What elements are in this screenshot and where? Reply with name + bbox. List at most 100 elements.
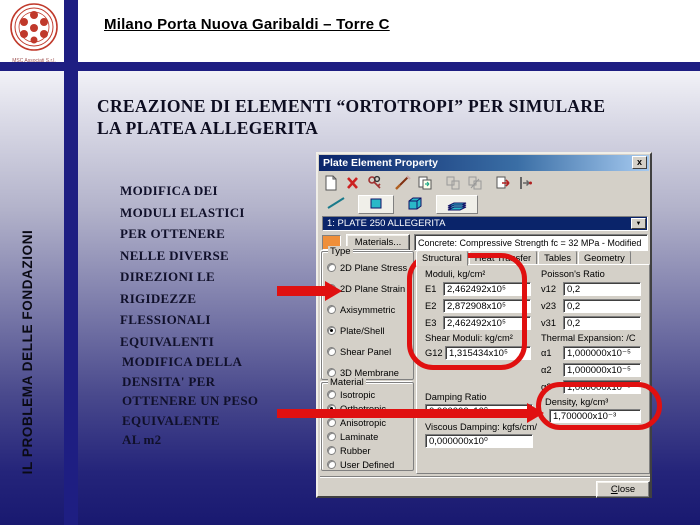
radio-icon[interactable] [327,460,336,469]
thermal-expansion-label: Thermal Expansion: /C [541,333,636,343]
note1-line: MODIFICA DEI [120,180,245,202]
tab-structural[interactable]: Structural [416,250,468,266]
v31-input[interactable]: 0,2 [563,316,641,330]
radio-rubber[interactable]: Rubber [327,446,371,458]
tab-strip: StructuralHeat TransferTablesGeometry [416,250,632,265]
radio-2d-plane-stress[interactable]: 2D Plane Stress [327,263,407,275]
dialog-titlebar[interactable]: Plate Element Property [319,155,649,171]
red-circle-moduli [407,253,527,370]
property-select[interactable]: 1: PLATE 250 ALLEGERITA ▼ [322,216,648,231]
slide-title-line2: LA PLATEA ALLEGERITA [97,117,677,139]
plate-element-button[interactable] [358,195,394,214]
radio-label: Plate/Shell [340,326,384,336]
radio-plate-shell[interactable]: Plate/Shell [327,326,384,338]
radio-icon-selected[interactable] [327,326,336,335]
type-groupbox: Type 2D Plane Stress 2D Plane Strain Axi… [321,251,414,380]
line-element-button[interactable] [322,195,352,214]
viscous-damping-input[interactable]: 0,000000x10⁰ [425,434,533,448]
radio-icon[interactable] [327,263,336,272]
chevron-down-icon[interactable]: ▼ [631,218,646,229]
material-groupbox: Material Isotropic Orthotropic Anisotrop… [321,382,414,471]
v12-input[interactable]: 0,2 [563,282,641,296]
dialog-footer-divider [320,476,650,478]
msc-logo-icon [8,2,60,54]
radio-icon[interactable] [327,390,336,399]
note1-line: NELLE DIVERSE [120,245,245,267]
red-arrow-2-shaft [277,409,527,418]
note1-line: RIGIDEZZE [120,288,245,310]
vertical-divider-bar [64,0,78,525]
red-arrow-2-head [527,403,544,423]
a1-label: α1 [541,348,552,358]
dialog-title: Plate Element Property [323,157,438,169]
radio-label: Rubber [340,446,371,456]
viscous-damping-label: Viscous Damping: kgfs/cm/cm· [425,422,537,432]
page-title: Milano Porta Nuova Garibaldi – Torre C [104,16,390,33]
radio-label: 2D Plane Strain [340,284,405,294]
v31-label: v31 [541,318,556,328]
close-icon[interactable]: x [632,156,647,169]
note2-line: OTTENERE UN PESO [122,391,258,411]
radio-label: Laminate [340,432,378,442]
material-group-label: Material [328,377,366,388]
poisson-label: Poisson's Ratio [541,269,605,279]
tab-tables[interactable]: Tables [538,250,577,265]
radio-label: Anisotropic [340,418,386,428]
radio-axisymmetric[interactable]: Axisymmetric [327,305,395,317]
radio-label: Shear Panel [340,347,391,357]
slide-title-line1: CREAZIONE DI ELEMENTI “ORTOTROPI” PER SI… [97,95,677,117]
radio-user-defined[interactable]: User Defined [327,460,394,472]
note2-line: DENSITA' PER [122,372,258,392]
material-value-field[interactable]: Concrete: Compressive Strength fc = 32 M… [414,234,648,251]
note-density: MODIFICA DELLA DENSITA' PER OTTENERE UN … [122,352,258,450]
type-group-label: Type [328,246,353,257]
radio-icon[interactable] [327,347,336,356]
v23-label: v23 [541,301,556,311]
v12-label: v12 [541,284,556,294]
slide-title: CREAZIONE DI ELEMENTI “ORTOTROPI” PER SI… [97,95,677,139]
close-button[interactable]: Close [596,481,650,498]
tab-geometry[interactable]: Geometry [578,250,631,265]
note2-line: AL m2 [122,430,258,450]
section-vertical-label: IL PROBLEMA DELLE FONDAZIONI [20,202,40,502]
a2-input[interactable]: 1,000000x10⁻⁵ [563,363,641,377]
materials-button[interactable]: Materials... [346,234,410,251]
note1-line: EQUIVALENTI [120,331,245,353]
logo-caption: MSC Associati S.r.l. [6,58,62,64]
a2-label: α2 [541,365,552,375]
copy-icon[interactable] [416,175,436,193]
radio-label: User Defined [340,460,394,470]
solid-element-button[interactable] [400,195,430,214]
a1-input[interactable]: 1,000000x10⁻⁵ [563,346,641,360]
company-logo: MSC Associati S.r.l. [6,2,62,62]
radio-anisotropic[interactable]: Anisotropic [327,418,386,430]
radio-shear-panel[interactable]: Shear Panel [327,347,391,359]
damping-ratio-label: Damping Ratio [425,392,487,402]
red-circle-density [536,382,662,430]
radio-laminate[interactable]: Laminate [327,432,378,444]
radio-label: 2D Plane Stress [340,263,407,273]
save-exit-icon[interactable] [516,175,536,193]
note1-line: MODULI ELASTICI [120,202,245,224]
note1-line: FLESSIONALI [120,309,245,331]
keys-icon[interactable] [366,175,386,193]
radio-isotropic[interactable]: Isotropic [327,390,375,402]
v23-input[interactable]: 0,2 [563,299,641,313]
radio-icon[interactable] [327,368,336,377]
delete-icon[interactable] [344,175,364,193]
radio-icon[interactable] [327,418,336,427]
new-document-icon[interactable] [322,175,342,193]
red-arrow-1-head [325,281,342,301]
radio-icon[interactable] [327,446,336,455]
radio-icon[interactable] [327,432,336,441]
laminate-element-button[interactable] [436,195,478,214]
radio-label: Axisymmetric [340,305,395,315]
note2-line: MODIFICA DELLA [122,352,258,372]
note1-line: DIREZIONI LE [120,266,245,288]
red-arrow-1-shaft [277,286,325,296]
brush-icon[interactable] [394,175,414,193]
paste-disabled-icon [444,175,464,193]
load-icon[interactable] [494,175,514,193]
radio-icon[interactable] [327,305,336,314]
property-select-value: 1: PLATE 250 ALLEGERITA [327,218,445,229]
